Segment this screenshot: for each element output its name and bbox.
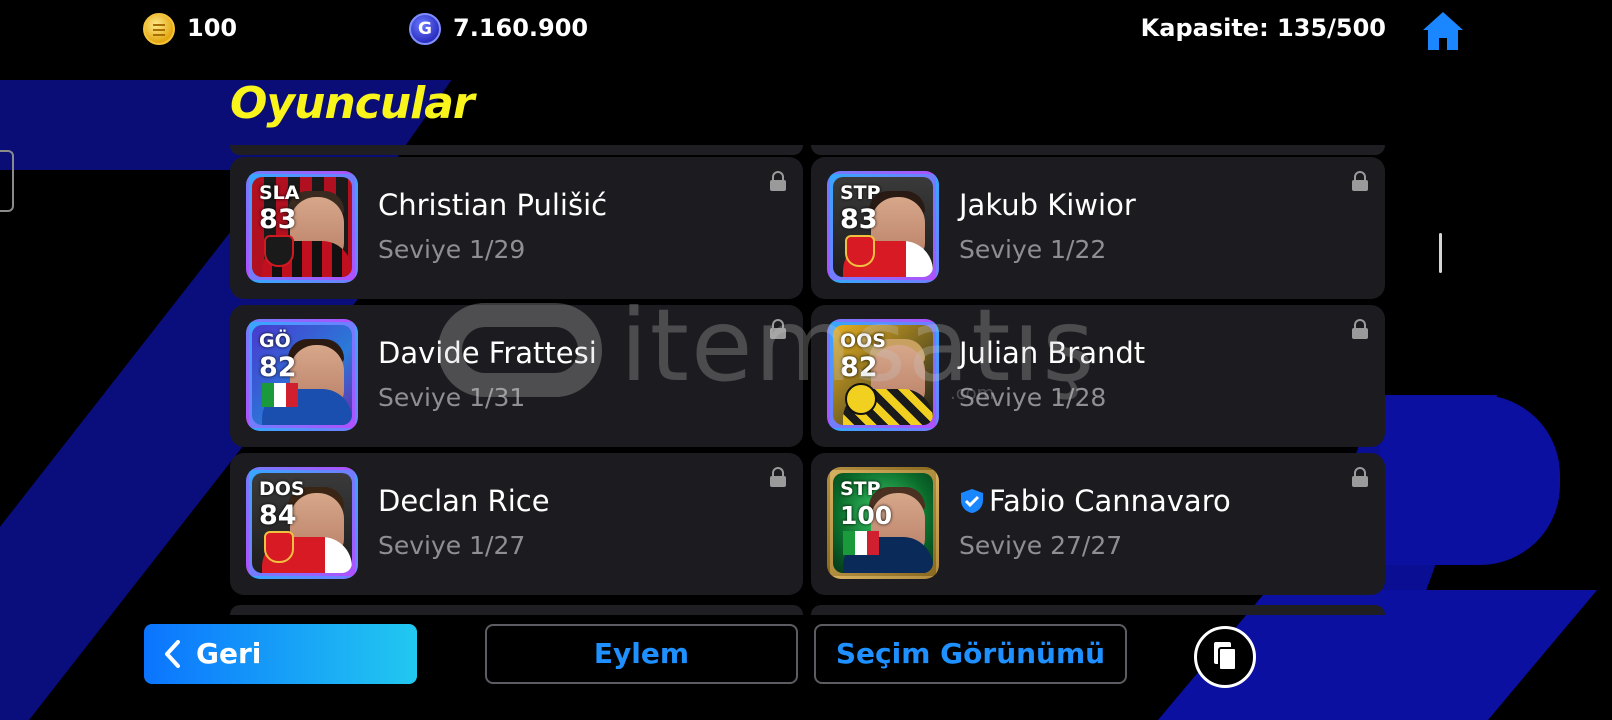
player-name: Fabio Cannavaro [959,483,1231,519]
player-rating: 83 [259,204,297,235]
back-button-label: Geri [196,637,262,670]
player-rating: 84 [259,500,297,531]
player-level: Seviye 27/27 [959,531,1123,560]
player-portrait: STP 100 [827,467,939,579]
player-card[interactable]: OOS 82 Julian Brandt Seviye 1/28 [811,305,1385,447]
player-position: DOS [259,478,305,500]
player-level: Seviye 1/31 [378,383,526,412]
chevron-left-icon [165,640,180,668]
card-peek [230,145,803,155]
selection-view-button[interactable]: Seçim Görünümü [814,624,1127,684]
page-title: Oyuncular [230,78,475,129]
club-crest-icon [264,531,294,563]
player-rating: 82 [840,352,878,383]
lock-icon[interactable] [1351,467,1369,487]
player-portrait: STP 83 [827,171,939,283]
club-crest-icon [264,235,294,267]
player-position: OOS [840,330,886,352]
home-icon[interactable] [1420,8,1466,54]
card-peek [811,145,1385,155]
copy-icon [1214,642,1237,671]
player-name: Jakub Kiwior [959,188,1136,222]
gp-icon: G [409,13,441,45]
player-portrait: DOS 84 [246,467,358,579]
player-level: Seviye 1/29 [378,235,526,264]
player-position: GÖ [259,330,291,352]
player-card[interactable]: SLA 83 Christian Pulišić Seviye 1/29 [230,157,803,299]
player-name-text: Fabio Cannavaro [989,484,1231,518]
lock-icon[interactable] [769,319,787,339]
player-card[interactable]: GÖ 82 Davide Frattesi Seviye 1/31 [230,305,803,447]
player-position: STP [840,182,881,204]
club-crest-icon [845,235,875,267]
copy-view-button[interactable] [1194,626,1256,688]
action-button[interactable]: Eylem [485,624,798,684]
lock-icon[interactable] [769,171,787,191]
player-rating: 82 [259,352,297,383]
player-card[interactable]: DOS 84 Declan Rice Seviye 1/27 [230,453,803,595]
back-button[interactable]: Geri [144,624,417,684]
bottom-bar: Geri Eylem Seçim Görünümü [0,624,1612,694]
player-level: Seviye 1/27 [378,531,526,560]
player-portrait: OOS 82 [827,319,939,431]
player-name: Christian Pulišić [378,188,608,222]
flag-icon [843,531,879,555]
player-card[interactable]: STP 100 Fabio Cannavaro Seviye 27/27 [811,453,1385,595]
coin-balance: 100 [187,14,238,42]
player-grid: SLA 83 Christian Pulišić Seviye 1/29 STP… [230,145,1385,615]
lock-icon[interactable] [769,467,787,487]
player-rating: 100 [840,501,893,530]
card-peek [811,605,1385,615]
verified-icon [961,489,983,513]
flag-icon [262,383,298,407]
top-bar: 100 G 7.160.900 Kapasite: 135/500 [0,0,1612,56]
player-name: Davide Frattesi [378,336,597,370]
capacity-counter: Kapasite: 135/500 [1140,14,1386,42]
player-position: STP [840,478,881,500]
player-level: Seviye 1/28 [959,383,1107,412]
player-card[interactable]: STP 83 Jakub Kiwior Seviye 1/22 [811,157,1385,299]
player-name: Declan Rice [378,484,550,518]
player-name: Julian Brandt [959,336,1146,370]
club-crest-icon [845,383,877,415]
player-portrait: SLA 83 [246,171,358,283]
lock-icon[interactable] [1351,319,1369,339]
card-peek [230,605,803,615]
coin-icon [143,13,175,45]
scrollbar[interactable] [1439,233,1442,273]
side-panel-tab[interactable] [0,150,14,212]
player-rating: 83 [840,204,878,235]
player-portrait: GÖ 82 [246,319,358,431]
player-level: Seviye 1/22 [959,235,1107,264]
player-position: SLA [259,182,300,204]
lock-icon[interactable] [1351,171,1369,191]
gp-balance: 7.160.900 [453,14,589,42]
